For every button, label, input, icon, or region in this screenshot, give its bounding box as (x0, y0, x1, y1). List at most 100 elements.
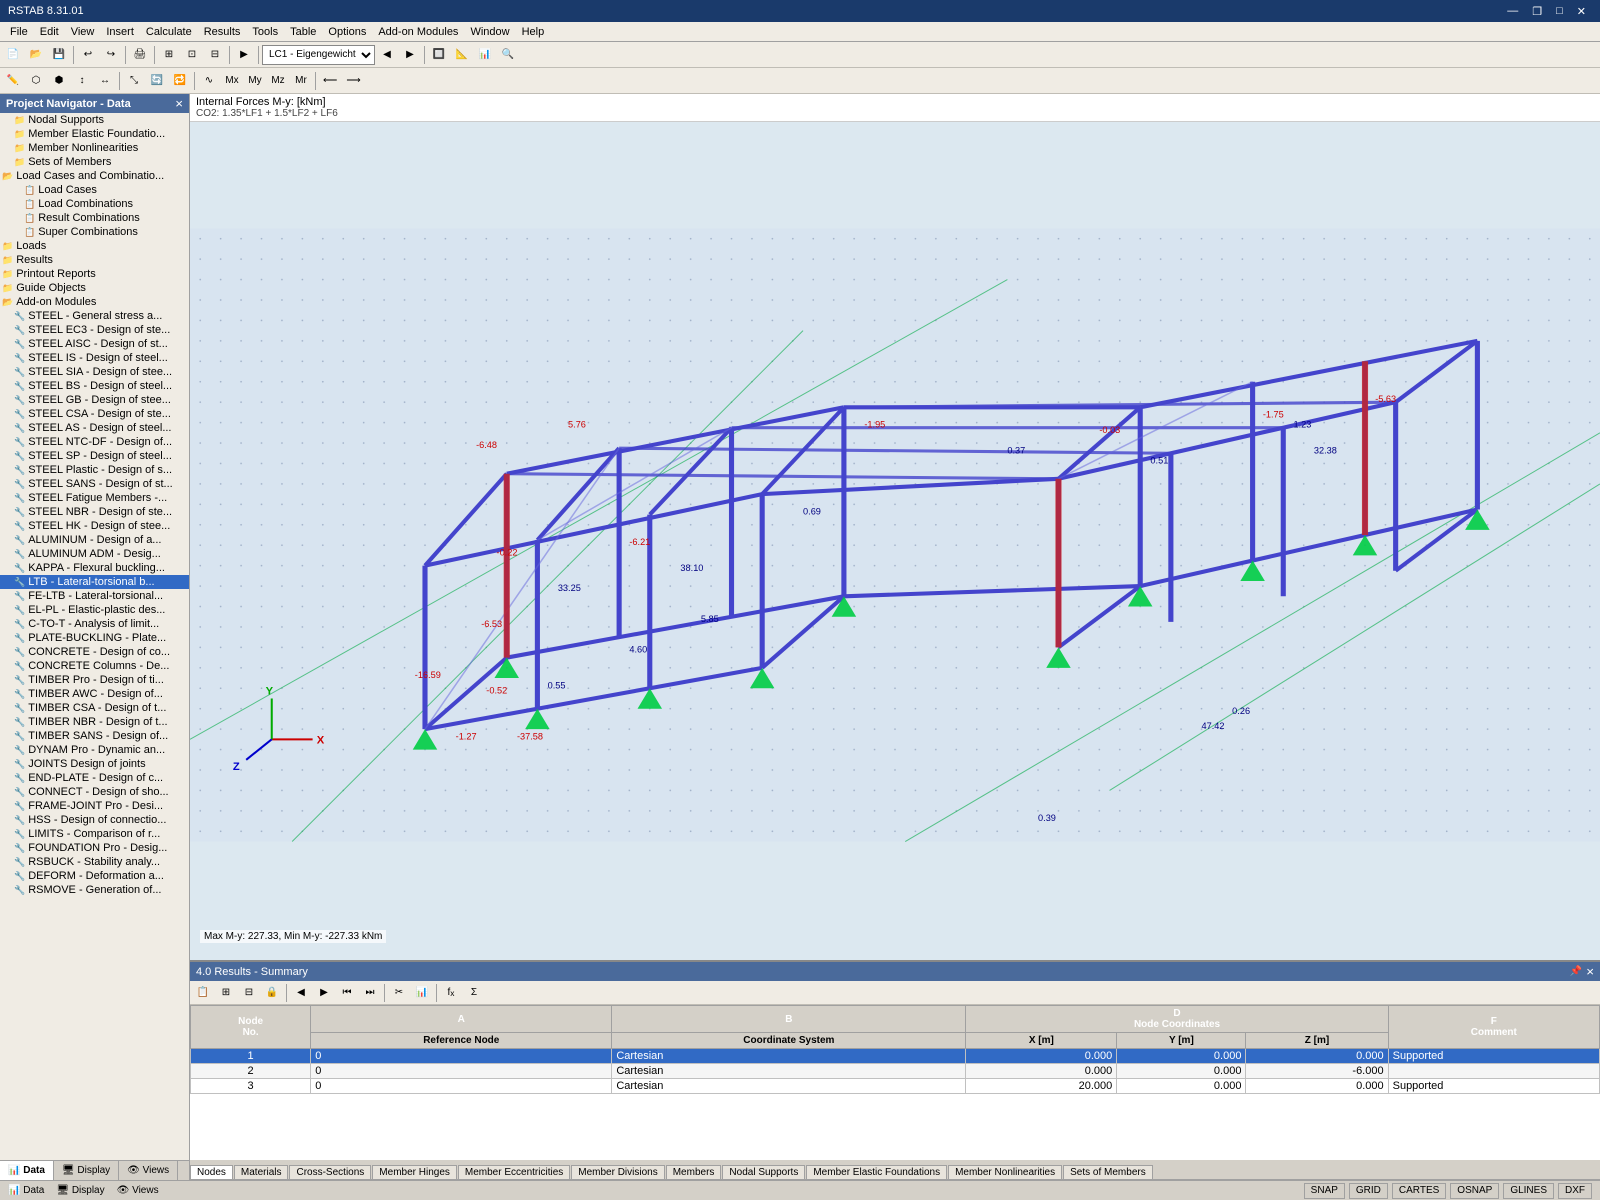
nav-item-rsbuck[interactable]: 🔧RSBUCK - Stability analy... (0, 855, 189, 869)
nav-item-concrete[interactable]: 🔧CONCRETE - Design of co... (0, 645, 189, 659)
nav-item-load-cases[interactable]: 📋Load Cases (0, 183, 189, 197)
results-close-button[interactable]: × (1586, 964, 1594, 979)
nav-item-steel-is[interactable]: 🔧STEEL IS - Design of steel... (0, 351, 189, 365)
menu-item-table[interactable]: Table (284, 25, 322, 39)
results-tb-6[interactable]: ▶ (313, 982, 335, 1004)
table-row[interactable]: 10Cartesian0.0000.0000.000Supported (191, 1049, 1600, 1064)
menu-item-edit[interactable]: Edit (34, 25, 65, 39)
nav-item-rsmove[interactable]: 🔧RSMOVE - Generation of... (0, 883, 189, 897)
menu-item-view[interactable]: View (65, 25, 101, 39)
nav-item-c-to-t[interactable]: 🔧C-TO-T - Analysis of limit... (0, 617, 189, 631)
tb2-btn-1[interactable]: ✏️ (2, 70, 24, 92)
data-nav-tab-member-eccentricities[interactable]: Member Eccentricities (458, 1165, 570, 1179)
menu-item-addonmodules[interactable]: Add-on Modules (372, 25, 464, 39)
results-pin-button[interactable]: 📌 (1570, 966, 1582, 977)
nav-item-steel-sp[interactable]: 🔧STEEL SP - Design of steel... (0, 449, 189, 463)
nav-item-steel-hk[interactable]: 🔧STEEL HK - Design of stee... (0, 519, 189, 533)
nav-item-ltb[interactable]: 🔧LTB - Lateral-torsional b... (0, 575, 189, 589)
restore-button[interactable]: ❐ (1526, 4, 1548, 19)
redo-button[interactable]: ↪ (100, 44, 122, 66)
nav-item-member-elastic[interactable]: 📁Member Elastic Foundatio... (0, 127, 189, 141)
results-tb-2[interactable]: ⊞ (215, 982, 237, 1004)
nav-item-joints[interactable]: 🔧JOINTS Design of joints (0, 757, 189, 771)
tb-icon-d[interactable]: 🔍 (497, 44, 519, 66)
nav-item-steel-fatigue[interactable]: 🔧STEEL Fatigue Members -... (0, 491, 189, 505)
tb2-btn-8[interactable]: 🔁 (169, 70, 191, 92)
nav-item-deform[interactable]: 🔧DEFORM - Deformation a... (0, 869, 189, 883)
data-nav-tab-materials[interactable]: Materials (234, 1165, 289, 1179)
menu-item-file[interactable]: File (4, 25, 34, 39)
panel-tab-views[interactable]: 👁 Views (119, 1161, 178, 1180)
nav-item-steel-plastic[interactable]: 🔧STEEL Plastic - Design of s... (0, 463, 189, 477)
status-btn-glines[interactable]: GLINES (1503, 1183, 1554, 1199)
data-nav-tab-sets-of-members[interactable]: Sets of Members (1063, 1165, 1153, 1179)
nav-item-end-plate[interactable]: 🔧END-PLATE - Design of c... (0, 771, 189, 785)
tb2-btn-2[interactable]: ⬡ (25, 70, 47, 92)
nav-item-steel-as[interactable]: 🔧STEEL AS - Design of steel... (0, 421, 189, 435)
status-views-tab[interactable]: 👁 Views (117, 1185, 159, 1196)
nav-item-timber-sans[interactable]: 🔧TIMBER SANS - Design of... (0, 729, 189, 743)
menu-item-insert[interactable]: Insert (100, 25, 140, 39)
data-nav-tab-member-hinges[interactable]: Member Hinges (372, 1165, 457, 1179)
menu-item-calculate[interactable]: Calculate (140, 25, 198, 39)
nav-item-el-pl[interactable]: 🔧EL-PL - Elastic-plastic des... (0, 603, 189, 617)
status-data-tab[interactable]: 📊 Data (8, 1185, 44, 1196)
nav-item-member-nonlin[interactable]: 📁Member Nonlinearities (0, 141, 189, 155)
tb-icon-c[interactable]: 📊 (474, 44, 496, 66)
data-nav-tab-member-elastic-foundations[interactable]: Member Elastic Foundations (806, 1165, 947, 1179)
nav-item-load-combinations[interactable]: 📋Load Combinations (0, 197, 189, 211)
nav-item-fe-ltb[interactable]: 🔧FE-LTB - Lateral-torsional... (0, 589, 189, 603)
results-tb-7[interactable]: ⏮ (336, 982, 358, 1004)
tb2-btn-10[interactable]: Mx (221, 70, 243, 92)
tb2-btn-3[interactable]: ⬢ (48, 70, 70, 92)
nav-item-steel-bs[interactable]: 🔧STEEL BS - Design of steel... (0, 379, 189, 393)
nav-item-load-cases-combo[interactable]: 📂Load Cases and Combinatio... (0, 169, 189, 183)
results-tb-1[interactable]: 📋 (192, 982, 214, 1004)
panel-tab-data[interactable]: 📊 Data (0, 1161, 54, 1180)
results-tb-4[interactable]: 🔒 (261, 982, 283, 1004)
close-button[interactable]: ✕ (1571, 4, 1592, 19)
nav-item-addon-modules[interactable]: 📂Add-on Modules (0, 295, 189, 309)
results-tb-9[interactable]: ✂ (388, 982, 410, 1004)
nav-item-concrete-columns[interactable]: 🔧CONCRETE Columns - De... (0, 659, 189, 673)
results-tb-fx[interactable]: fx (440, 982, 462, 1004)
nav-item-limits[interactable]: 🔧LIMITS - Comparison of r... (0, 827, 189, 841)
undo-button[interactable]: ↩ (77, 44, 99, 66)
nav-item-kappa[interactable]: 🔧KAPPA - Flexural buckling... (0, 561, 189, 575)
nav-item-guide-objects[interactable]: 📁Guide Objects (0, 281, 189, 295)
load-case-dropdown[interactable]: LC1 - Eigengewicht (262, 45, 375, 65)
data-nav-tab-member-divisions[interactable]: Member Divisions (571, 1165, 664, 1179)
run-calc-button[interactable]: ▶ (233, 44, 255, 66)
nav-item-steel-nbr[interactable]: 🔧STEEL NBR - Design of ste... (0, 505, 189, 519)
nav-item-timber-pro[interactable]: 🔧TIMBER Pro - Design of ti... (0, 673, 189, 687)
results-table-container[interactable]: NodeNo. A B DNode Coordinates FComment R… (190, 1005, 1600, 1160)
nav-item-timber-csa[interactable]: 🔧TIMBER CSA - Design of t... (0, 701, 189, 715)
nav-item-steel-sans[interactable]: 🔧STEEL SANS - Design of st... (0, 477, 189, 491)
open-button[interactable]: 📂 (25, 44, 47, 66)
maximize-button[interactable]: □ (1550, 4, 1569, 19)
menu-item-window[interactable]: Window (464, 25, 515, 39)
table-row[interactable]: 30Cartesian20.0000.0000.000Supported (191, 1079, 1600, 1094)
nav-item-dynam-pro[interactable]: 🔧DYNAM Pro - Dynamic an... (0, 743, 189, 757)
menu-item-help[interactable]: Help (516, 25, 551, 39)
minimize-button[interactable]: — (1501, 4, 1524, 19)
tb2-btn-7[interactable]: 🔄 (146, 70, 168, 92)
nav-item-results[interactable]: 📁Results (0, 253, 189, 267)
nav-item-connect[interactable]: 🔧CONNECT - Design of sho... (0, 785, 189, 799)
status-btn-grid[interactable]: GRID (1349, 1183, 1388, 1199)
status-btn-osnap[interactable]: OSNAP (1450, 1183, 1499, 1199)
nav-item-timber-awc[interactable]: 🔧TIMBER AWC - Design of... (0, 687, 189, 701)
nav-item-aluminum[interactable]: 🔧ALUMINUM - Design of a... (0, 533, 189, 547)
menu-item-options[interactable]: Options (322, 25, 372, 39)
tb2-btn-11[interactable]: My (244, 70, 266, 92)
prev-lc-button[interactable]: ◀ (376, 44, 398, 66)
nav-item-steel-sia[interactable]: 🔧STEEL SIA - Design of stee... (0, 365, 189, 379)
tb2-btn-14[interactable]: ⟵ (319, 70, 341, 92)
results-tb-5[interactable]: ◀ (290, 982, 312, 1004)
tb2-btn-4[interactable]: ↕ (71, 70, 93, 92)
data-nav-tab-member-nonlinearities[interactable]: Member Nonlinearities (948, 1165, 1062, 1179)
new-button[interactable]: 📄 (2, 44, 24, 66)
nav-item-hss[interactable]: 🔧HSS - Design of connectio... (0, 813, 189, 827)
results-tb-sigma[interactable]: Σ (463, 982, 485, 1004)
data-nav-tab-nodes[interactable]: Nodes (190, 1165, 233, 1179)
